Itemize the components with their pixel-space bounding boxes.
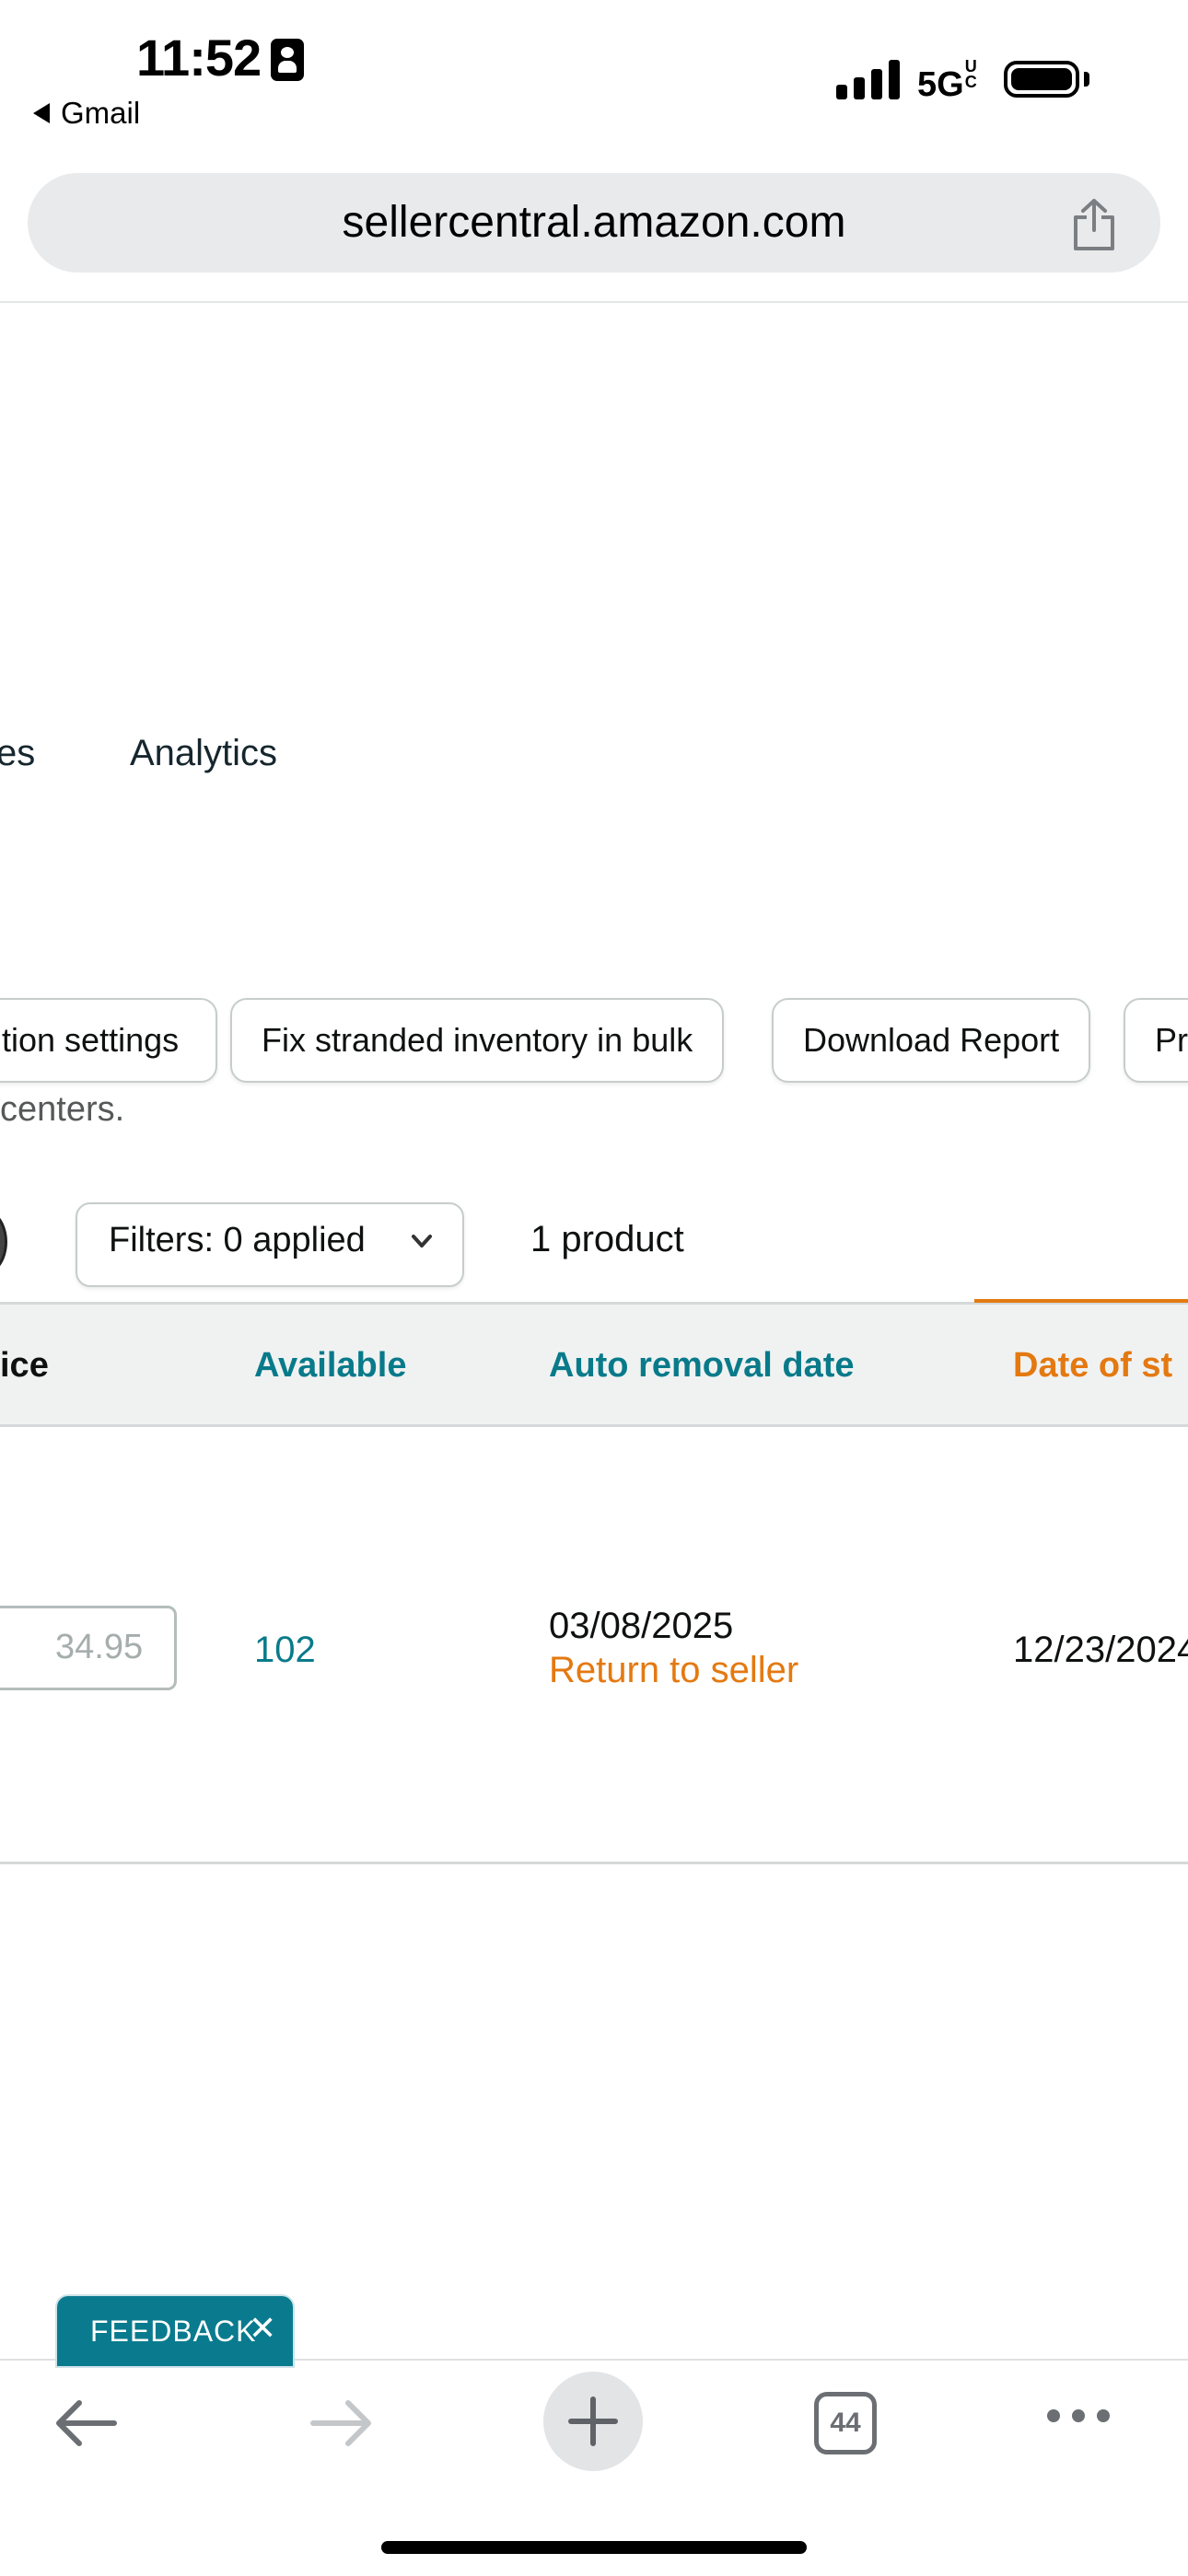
nav-tab-partial[interactable]: es [0, 733, 35, 774]
description-text: centers. [0, 1090, 125, 1129]
removal-action: Return to seller [549, 1650, 799, 1690]
network-type: 5GU C [917, 57, 977, 104]
id-badge-icon [271, 39, 304, 81]
chevron-down-icon [412, 1235, 432, 1247]
toggle-control[interactable] [0, 1208, 7, 1276]
nav-tab-analytics[interactable]: Analytics [130, 733, 277, 774]
feedback-close-icon[interactable]: ✕ [249, 2309, 276, 2348]
available-quantity-link[interactable]: 102 [254, 1630, 316, 1671]
column-header-date-of-stranding[interactable]: Date of st [1013, 1346, 1172, 1386]
feedback-label[interactable]: FEEDBACK [90, 2315, 256, 2349]
back-to-app-link[interactable]: Gmail [33, 96, 140, 131]
plus-icon [568, 2396, 618, 2446]
auto-removal-date: 03/08/2025 [549, 1606, 734, 1646]
status-time: 11:52 [136, 29, 262, 87]
cellular-signal-icon [836, 57, 901, 99]
battery-tip [1084, 72, 1089, 87]
settings-button[interactable]: tion settings [0, 998, 217, 1083]
filters-label: Filters: 0 applied [109, 1221, 366, 1259]
forward-arrow-icon[interactable] [308, 2397, 374, 2449]
header-divider [0, 301, 1188, 303]
next-action-button[interactable]: Pr [1124, 998, 1188, 1083]
home-indicator [381, 2541, 807, 2554]
back-triangle-icon [33, 103, 50, 123]
sorted-column-indicator [974, 1299, 1188, 1303]
column-header-auto-removal-date[interactable]: Auto removal date [549, 1346, 855, 1386]
column-header-available[interactable]: Available [254, 1346, 406, 1386]
date-of-stranding: 12/23/2024 [1013, 1630, 1188, 1670]
column-header-price[interactable]: ice [0, 1346, 49, 1386]
url-text[interactable]: sellercentral.amazon.com [28, 173, 1160, 273]
tabs-count-button[interactable]: 44 [814, 2392, 877, 2454]
share-icon[interactable] [1068, 197, 1120, 252]
battery-icon [1004, 61, 1079, 98]
download-report-button[interactable]: Download Report [772, 998, 1091, 1083]
more-options-icon[interactable] [1046, 2407, 1111, 2425]
row-divider [0, 1862, 1188, 1864]
product-count: 1 product [530, 1219, 684, 1259]
price-value: 34.95 [55, 1628, 144, 1666]
back-arrow-icon[interactable] [53, 2397, 120, 2449]
fix-stranded-inventory-button[interactable]: Fix stranded inventory in bulk [230, 998, 725, 1083]
back-app-label: Gmail [61, 96, 141, 130]
